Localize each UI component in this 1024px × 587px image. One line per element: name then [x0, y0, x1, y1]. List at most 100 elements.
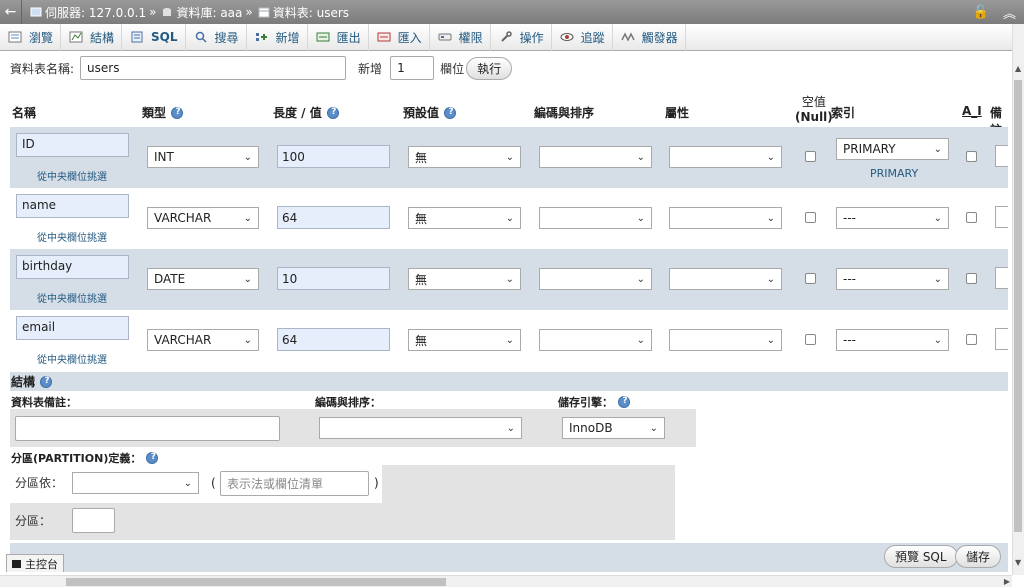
field-name-value: email	[22, 320, 56, 334]
tab-triggers[interactable]: 觸發器	[613, 23, 686, 51]
field-default-select[interactable]: 無 ⌄	[408, 146, 521, 168]
field-name-input[interactable]: name	[16, 194, 129, 218]
lock-icon[interactable]: 🔓	[973, 5, 989, 20]
field-ai-checkbox[interactable]	[966, 212, 977, 223]
help-icon[interactable]	[171, 106, 184, 119]
partition-by-select[interactable]: ⌄	[72, 472, 199, 494]
pick-from-central-link[interactable]: 從中央欄位挑選	[37, 229, 107, 244]
help-icon[interactable]	[618, 396, 631, 408]
vertical-scroll-thumb[interactable]	[1014, 80, 1022, 532]
field-comment-input[interactable]	[995, 206, 1008, 228]
field-collation-select[interactable]: ⌄	[539, 329, 652, 351]
tab-tracking[interactable]: 追蹤	[552, 23, 613, 51]
go-button[interactable]: 執行	[466, 56, 513, 80]
header-null-line1: 空值	[801, 95, 826, 109]
field-default-select[interactable]: 無 ⌄	[408, 268, 521, 290]
horizontal-scroll-thumb[interactable]	[66, 578, 446, 586]
engine-select[interactable]: InnoDB ⌄	[562, 417, 665, 439]
partition-title: 分區(PARTITION)定義：	[11, 450, 159, 466]
field-length-input[interactable]: 10	[277, 267, 390, 290]
field-null-checkbox[interactable]	[805, 273, 816, 284]
field-null-checkbox[interactable]	[805, 212, 816, 223]
field-default-select[interactable]: 無 ⌄	[408, 207, 521, 229]
table-collation-select[interactable]: ⌄	[319, 417, 522, 439]
tab-sql[interactable]: SQL	[122, 23, 186, 51]
field-type-select[interactable]: DATE ⌄	[147, 268, 259, 290]
breadcrumb-server[interactable]: 伺服器: 127.0.0.1	[45, 4, 146, 21]
field-index-select[interactable]: --- ⌄	[836, 329, 949, 351]
field-attributes-select[interactable]: ⌄	[669, 268, 782, 290]
field-attributes-select[interactable]: ⌄	[669, 146, 782, 168]
field-comment-input[interactable]	[995, 328, 1008, 350]
help-icon[interactable]	[40, 375, 53, 388]
tab-privileges[interactable]: 權限	[430, 23, 491, 51]
field-type-select[interactable]: VARCHAR ⌄	[147, 329, 259, 351]
preview-sql-button[interactable]: 預覽 SQL	[884, 545, 958, 568]
table-name-row: 資料表名稱: users 新增 1 欄位 執行	[10, 56, 513, 80]
help-icon[interactable]	[444, 106, 457, 119]
field-collation-select[interactable]: ⌄	[539, 146, 652, 168]
field-attributes-select[interactable]: ⌄	[669, 329, 782, 351]
header-type: 類型	[142, 104, 184, 121]
tab-label: 追蹤	[580, 30, 605, 45]
field-type-select[interactable]: VARCHAR ⌄	[147, 207, 259, 229]
scroll-up-icon[interactable]: ▲	[1015, 64, 1021, 73]
tab-structure[interactable]: 結構	[61, 23, 123, 51]
horizontal-scrollbar[interactable]: ▶	[0, 575, 1012, 587]
field-name-input[interactable]: ID	[16, 133, 129, 157]
pick-from-central-link[interactable]: 從中央欄位挑選	[37, 351, 107, 366]
field-collation-select[interactable]: ⌄	[539, 268, 652, 290]
field-index-select[interactable]: PRIMARY ⌄	[836, 138, 949, 160]
breadcrumb-table[interactable]: 資料表: users	[273, 4, 349, 21]
field-length-input[interactable]: 64	[277, 206, 390, 229]
field-ai-checkbox[interactable]	[966, 151, 977, 162]
field-null-checkbox[interactable]	[805, 151, 816, 162]
chevron-down-icon: ⌄	[243, 151, 252, 163]
vertical-scrollbar[interactable]: ▲ ▼	[1012, 24, 1024, 575]
field-comment-input[interactable]	[995, 145, 1008, 167]
field-ai-checkbox[interactable]	[966, 273, 977, 284]
field-index-select[interactable]: --- ⌄	[836, 207, 949, 229]
pick-from-central-link[interactable]: 從中央欄位挑選	[37, 290, 107, 305]
header-default-text: 預設值	[403, 106, 440, 120]
breadcrumb-database[interactable]: 資料庫: aaa	[176, 4, 242, 21]
field-null-checkbox[interactable]	[805, 334, 816, 345]
column-label: 欄位	[440, 61, 465, 76]
field-default-select[interactable]: 無 ⌄	[408, 329, 521, 351]
partitions-count-input[interactable]	[72, 508, 115, 533]
field-length-input[interactable]: 100	[277, 145, 390, 168]
tab-search[interactable]: 搜尋	[186, 23, 247, 51]
tab-insert[interactable]: 新增	[247, 23, 308, 51]
field-index-select[interactable]: --- ⌄	[836, 268, 949, 290]
tab-import[interactable]: 匯入	[369, 23, 430, 51]
console-tab[interactable]: 主控台	[6, 554, 64, 572]
table-collation-label: 編碼與排序：	[315, 396, 381, 409]
tab-export[interactable]: 匯出	[308, 23, 369, 51]
add-count-input[interactable]: 1	[390, 56, 435, 80]
engine-value: InnoDB	[569, 421, 613, 435]
eye-icon	[559, 30, 575, 44]
pick-from-central-link[interactable]: 從中央欄位挑選	[37, 168, 107, 183]
partition-expression-input[interactable]: 表示法或欄位清單	[220, 471, 369, 496]
field-attributes-select[interactable]: ⌄	[669, 207, 782, 229]
field-comment-input[interactable]	[995, 267, 1008, 289]
collapse-icon[interactable]: ︽	[1003, 3, 1016, 22]
back-arrow-icon[interactable]: ←	[0, 0, 22, 24]
privileges-icon	[437, 30, 453, 44]
table-comment-input[interactable]	[15, 416, 280, 441]
field-name-input[interactable]: birthday	[16, 255, 129, 279]
field-ai-checkbox[interactable]	[966, 334, 977, 345]
save-button[interactable]: 儲存	[955, 545, 1002, 568]
scroll-right-icon[interactable]: ▶	[1004, 577, 1010, 586]
chevron-down-icon: ⌄	[636, 212, 645, 224]
tab-browse[interactable]: 瀏覽	[0, 23, 62, 51]
field-type-select[interactable]: INT ⌄	[147, 146, 259, 168]
field-name-input[interactable]: email	[16, 316, 129, 340]
help-icon[interactable]	[146, 452, 159, 464]
help-icon[interactable]	[326, 106, 340, 119]
scroll-down-icon[interactable]: ▼	[1015, 558, 1021, 567]
field-length-input[interactable]: 64	[277, 328, 390, 351]
tab-operations[interactable]: 操作	[491, 23, 552, 51]
field-collation-select[interactable]: ⌄	[539, 207, 652, 229]
table-name-input[interactable]: users	[80, 56, 347, 80]
